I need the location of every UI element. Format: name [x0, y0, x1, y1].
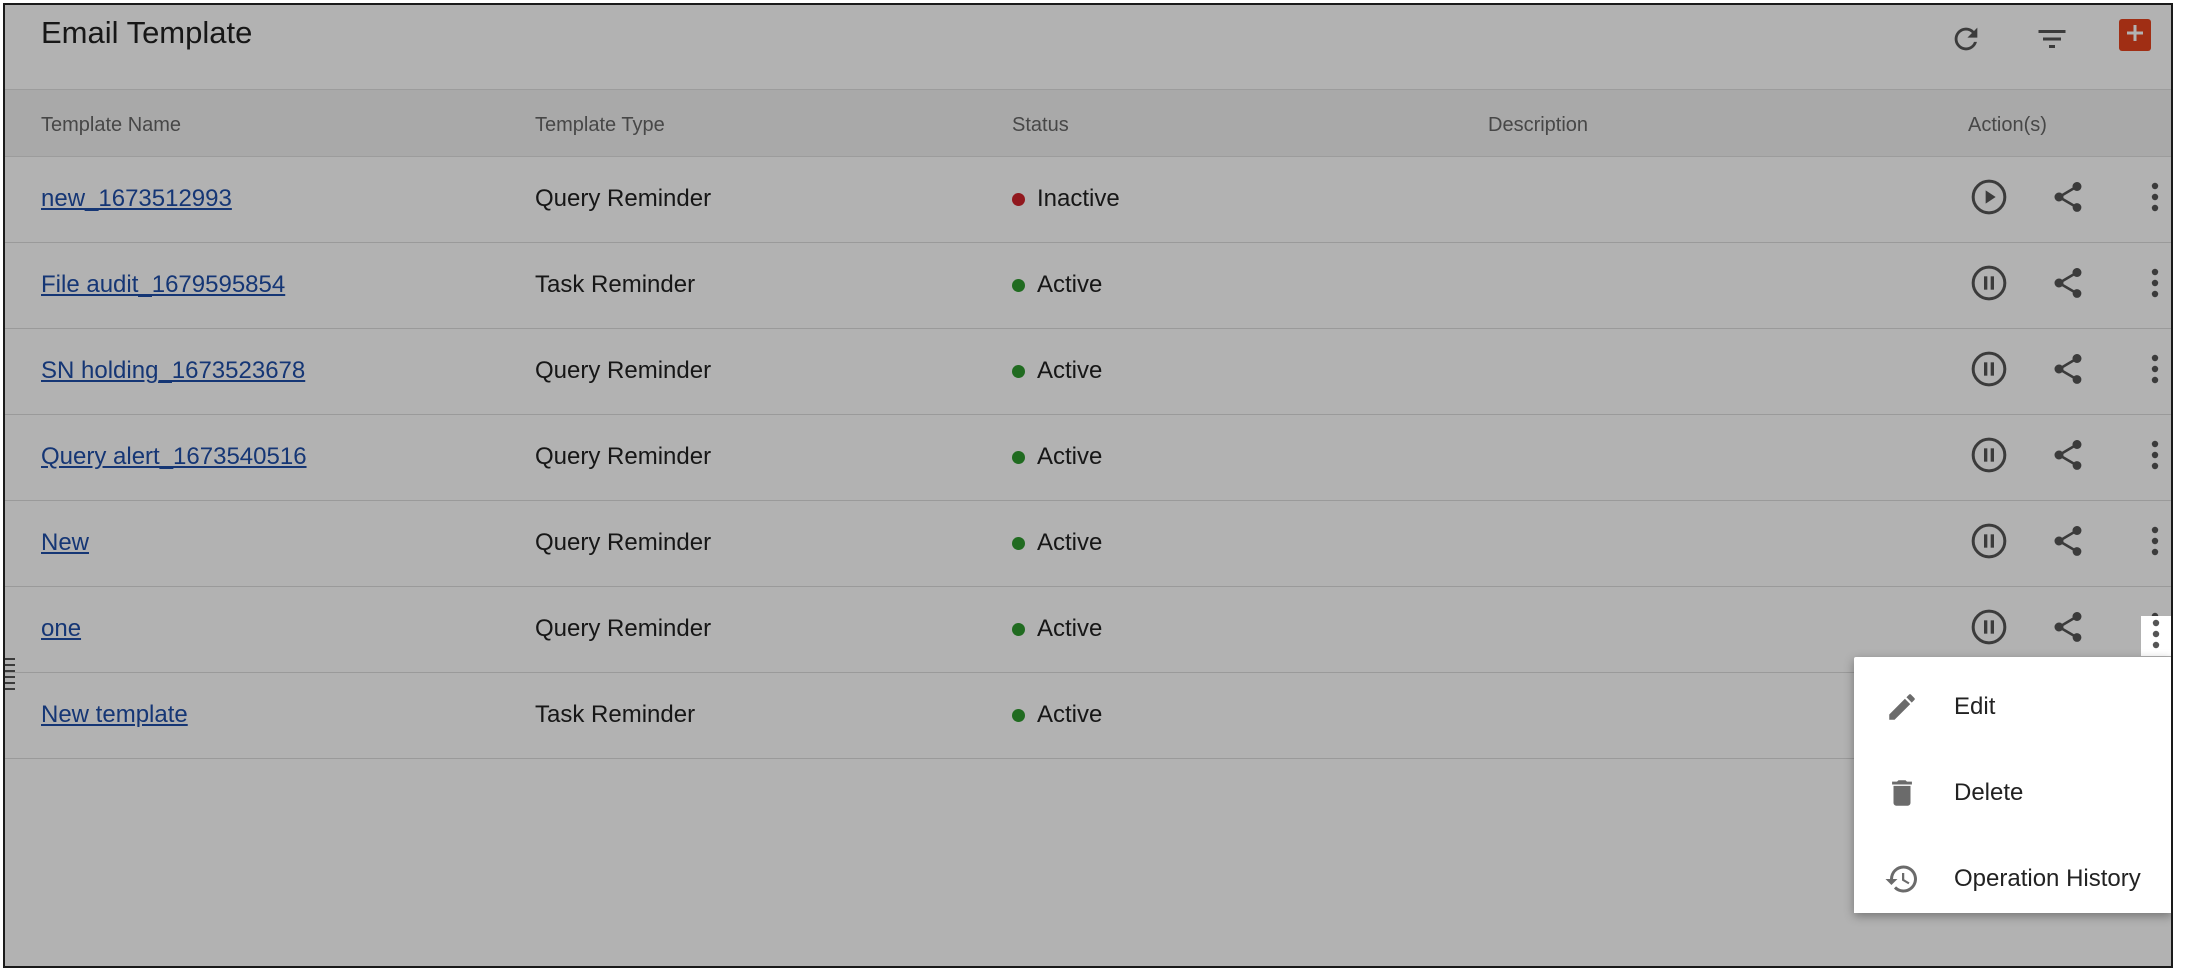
pencil-icon	[1884, 689, 1920, 725]
history-icon	[1884, 861, 1920, 897]
row-context-menu: Edit Delete Operation History	[1854, 657, 2171, 913]
menu-item-label: Operation History	[1954, 865, 2141, 892]
modal-backdrop[interactable]	[5, 5, 2171, 966]
trash-icon	[1884, 775, 1920, 811]
menu-item-label: Edit	[1954, 693, 1996, 720]
menu-item-operation-history[interactable]: Operation History	[1854, 845, 2171, 913]
more-vert-icon	[2152, 619, 2160, 654]
menu-item-delete[interactable]: Delete	[1854, 759, 2171, 827]
menu-item-edit[interactable]: Edit	[1854, 673, 2171, 741]
menu-item-label: Delete	[1954, 779, 2024, 806]
email-template-page: Email Template Template Name Template Ty…	[3, 3, 2173, 968]
more-options-button-active[interactable]	[2141, 616, 2171, 656]
